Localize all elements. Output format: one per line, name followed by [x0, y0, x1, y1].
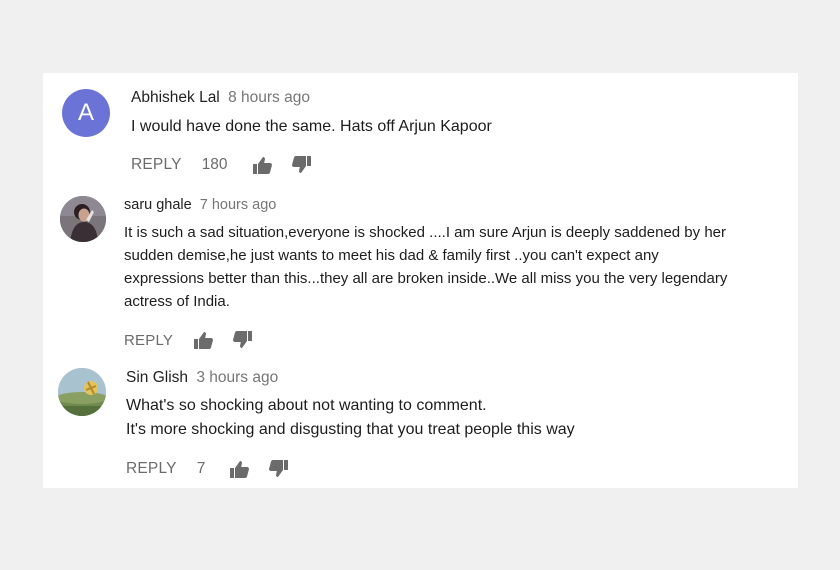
comment-meta: Abhishek Lal 8 hours ago [131, 89, 492, 107]
comment-time[interactable]: 8 hours ago [228, 89, 310, 106]
comment-author[interactable]: Abhishek Lal [131, 89, 220, 106]
avatar[interactable]: A [62, 89, 110, 137]
comment-text: What's so shocking about not wanting to … [126, 394, 575, 442]
comment-text: I would have done the same. Hats off Arj… [131, 118, 492, 136]
thumbs-up-icon[interactable] [229, 460, 250, 478]
avatar-letter: A [77, 99, 94, 126]
avatar-photo [60, 196, 106, 242]
comment-text: It is such a sad situation,everyone is s… [124, 221, 779, 313]
comment-body: saru ghale 7 hours ago It is such a sad … [124, 197, 779, 349]
comment-text-line: It is such a sad situation,everyone is s… [124, 224, 726, 241]
reply-button[interactable]: REPLY [124, 332, 173, 349]
like-count: 7 [196, 460, 206, 477]
comment-text-line: expressions better than this...they all … [124, 270, 728, 287]
comment-actions: REPLY 7 [126, 460, 575, 478]
comment-author[interactable]: Sin Glish [126, 369, 188, 386]
thumbs-down-icon[interactable] [269, 460, 289, 478]
comment-actions: REPLY [124, 331, 779, 349]
thumbs-down-icon[interactable] [291, 156, 312, 174]
reply-button[interactable]: REPLY [131, 156, 182, 174]
avatar[interactable] [58, 368, 106, 416]
comment-text-line: actress of India. [124, 293, 230, 310]
thumbs-up-icon[interactable] [193, 331, 214, 349]
comment-meta: saru ghale 7 hours ago [124, 197, 779, 213]
avatar[interactable] [60, 196, 106, 242]
comment-text-line: It's more shocking and disgusting that y… [126, 421, 575, 438]
reply-button[interactable]: REPLY [126, 460, 177, 478]
avatar-photo [58, 368, 106, 416]
comment-meta: Sin Glish 3 hours ago [126, 369, 575, 387]
comment-text-line: I would have done the same. Hats off Arj… [131, 118, 492, 135]
like-count: 180 [201, 156, 228, 173]
comment-time[interactable]: 3 hours ago [196, 369, 278, 386]
comment-text-line: What's so shocking about not wanting to … [126, 397, 487, 414]
comment-body: Abhishek Lal 8 hours ago I would have do… [131, 89, 492, 174]
thumbs-down-icon[interactable] [233, 331, 253, 349]
comment-text-line: sudden demise,he just wants to meet his … [124, 247, 659, 264]
comment-time[interactable]: 7 hours ago [200, 197, 277, 213]
comments-panel: A Abhishek Lal 8 hours ago I would have … [43, 73, 798, 488]
comment-body: Sin Glish 3 hours ago What's so shocking… [126, 369, 575, 478]
comment-actions: REPLY 180 [131, 156, 492, 174]
comment-author[interactable]: saru ghale [124, 197, 192, 213]
thumbs-up-icon[interactable] [252, 156, 272, 174]
